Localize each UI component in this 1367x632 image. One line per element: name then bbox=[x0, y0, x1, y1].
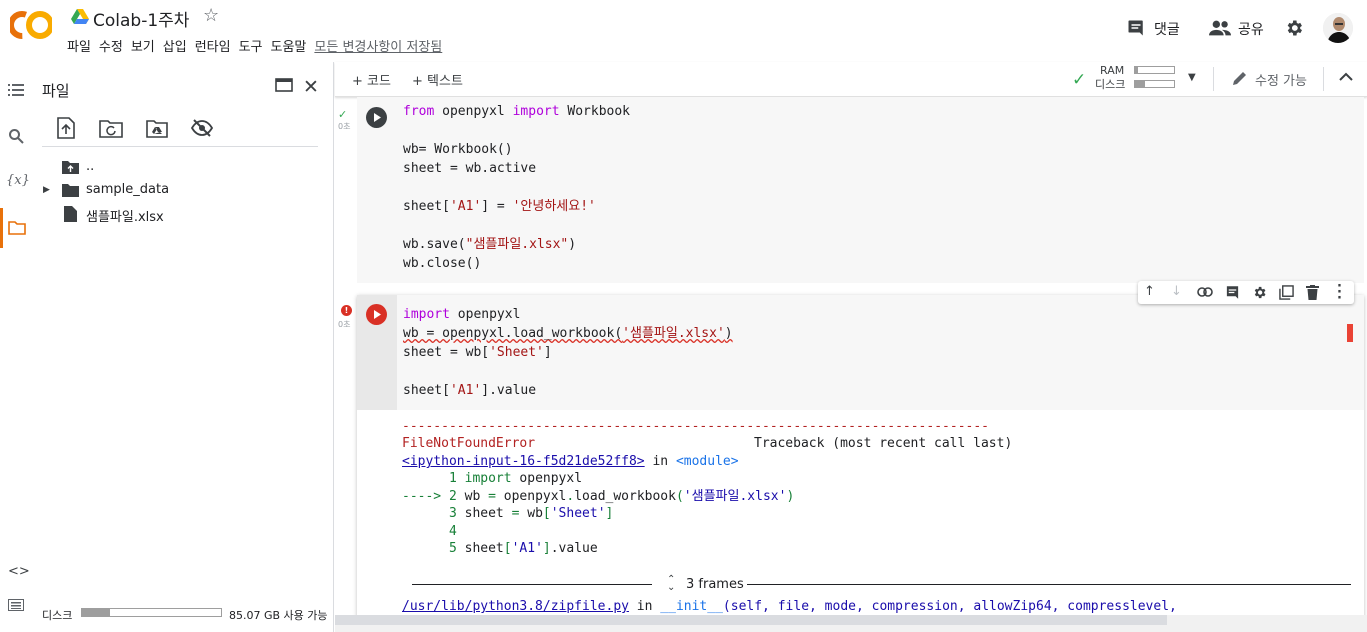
traceback-code: 1 import openpyxl ----> 2 wb = openpyxl.… bbox=[402, 471, 795, 556]
star-icon[interactable]: ☆ bbox=[203, 5, 219, 26]
search-icon[interactable] bbox=[8, 128, 24, 144]
command-palette-icon[interactable] bbox=[8, 599, 24, 611]
divider bbox=[1323, 67, 1324, 91]
edit-mode-label[interactable]: 수정 가능 bbox=[1255, 70, 1307, 89]
share-button[interactable]: 공유 bbox=[1238, 19, 1264, 39]
expand-frames-icon[interactable]: ⌃ ⌄ bbox=[667, 575, 675, 593]
code-snippets-icon[interactable]: <> bbox=[8, 564, 30, 579]
notebook-title[interactable]: Colab-1주차 bbox=[93, 6, 189, 31]
disk-free-text: 85.07 GB 사용 가능 bbox=[229, 609, 328, 622]
table-of-contents-icon[interactable] bbox=[8, 84, 24, 96]
cell-success-check-icon: ✓ bbox=[338, 108, 348, 121]
divider bbox=[42, 146, 318, 147]
folder-icon bbox=[62, 183, 79, 197]
add-code-button[interactable]: + 코드 bbox=[352, 70, 391, 89]
add-text-button[interactable]: + 텍스트 bbox=[412, 70, 463, 89]
file-tree-item-xlsx[interactable]: 샘플파일.xlsx bbox=[86, 206, 164, 225]
horizontal-scrollbar[interactable] bbox=[335, 615, 1367, 632]
in-text: in bbox=[644, 454, 676, 469]
init-args: (self, file, mode, compression, allowZip… bbox=[722, 599, 1177, 614]
ipython-input-link[interactable]: <ipython-input-16-f5d21de52ff8> bbox=[402, 454, 645, 469]
save-status[interactable]: 모든 변경사항이 저장됨 bbox=[314, 40, 442, 55]
upload-file-icon[interactable] bbox=[56, 117, 76, 139]
scrollbar-thumb[interactable] bbox=[335, 615, 1167, 625]
people-icon[interactable] bbox=[1209, 19, 1231, 37]
frames-divider-left bbox=[412, 584, 652, 585]
hide-hidden-files-icon[interactable] bbox=[191, 119, 213, 137]
comment-cell-icon[interactable] bbox=[1225, 285, 1240, 300]
file-panel: 파일 ✕ .. ▶ sample_data 샘플파일.xlsx 디스크 85.0… bbox=[32, 62, 334, 632]
expand-arrow-icon[interactable]: ▶ bbox=[43, 185, 50, 195]
toolbar-disk-bar bbox=[1134, 80, 1175, 88]
code-cell-1-source[interactable]: from openpyxl import Workbook wb= Workbo… bbox=[403, 102, 630, 273]
delete-cell-icon[interactable] bbox=[1306, 285, 1319, 300]
menu-item-view[interactable]: 보기 bbox=[131, 40, 155, 55]
move-up-icon[interactable]: ↑ bbox=[1144, 284, 1155, 299]
traceback-header: Traceback (most recent call last) bbox=[754, 436, 1013, 451]
colab-logo[interactable] bbox=[10, 11, 52, 39]
ram-bar bbox=[1134, 66, 1175, 74]
ram-label: RAM bbox=[1100, 64, 1125, 77]
frames-toggle[interactable]: 3 frames bbox=[686, 577, 744, 592]
runtime-dropdown-icon[interactable]: ▼ bbox=[1188, 72, 1196, 83]
traceback-dash-line: ----------------------------------------… bbox=[402, 419, 989, 434]
comment-icon[interactable] bbox=[1127, 19, 1145, 37]
module-text: <module> bbox=[675, 454, 739, 469]
mirror-cell-icon[interactable] bbox=[1279, 285, 1294, 300]
open-in-tab-icon[interactable] bbox=[275, 78, 293, 92]
google-drive-icon bbox=[71, 9, 89, 25]
refresh-folder-icon[interactable] bbox=[99, 119, 123, 138]
menu-item-tools[interactable]: 도구 bbox=[239, 40, 263, 55]
cell-exec-time: 0초 bbox=[338, 122, 351, 131]
menu-item-runtime[interactable]: 런타임 bbox=[195, 40, 231, 55]
disk-usage-fill bbox=[82, 609, 110, 616]
init-text: __init__ bbox=[660, 599, 723, 614]
disk-label: 디스크 bbox=[42, 609, 73, 622]
file-tree-item-parent[interactable]: .. bbox=[86, 159, 94, 174]
connected-check-icon: ✓ bbox=[1072, 70, 1087, 90]
active-indicator bbox=[0, 208, 3, 248]
cell-settings-icon[interactable] bbox=[1252, 285, 1267, 300]
collapse-header-icon[interactable] bbox=[1339, 72, 1353, 81]
run-cell-button[interactable] bbox=[366, 107, 387, 128]
user-avatar[interactable] bbox=[1323, 13, 1353, 43]
menu-item-edit[interactable]: 수정 bbox=[99, 40, 123, 55]
error-name: FileNotFoundError bbox=[402, 436, 536, 451]
menu-item-file[interactable]: 파일 bbox=[67, 40, 91, 55]
cell-error-icon: ! bbox=[341, 305, 352, 316]
edit-pencil-icon[interactable] bbox=[1232, 70, 1248, 86]
toolbar-disk-label: 디스크 bbox=[1095, 78, 1126, 91]
notebook-toolbar: + 코드 + 텍스트 ✓ RAM 디스크 ▼ 수정 가능 bbox=[335, 62, 1367, 97]
file-icon bbox=[64, 206, 77, 222]
menu-item-insert[interactable]: 삽입 bbox=[163, 40, 187, 55]
files-folder-icon[interactable] bbox=[8, 221, 26, 235]
menu-bar: 파일 수정 보기 삽입 런타임 도구 도움말 모든 변경사항이 저장됨 bbox=[67, 36, 450, 55]
disk-usage-bar bbox=[81, 608, 222, 617]
move-down-icon[interactable]: ↓ bbox=[1171, 284, 1182, 299]
zipfile-link[interactable]: /usr/lib/python3.8/zipfile.py bbox=[402, 599, 629, 614]
cell-exec-time: 0초 bbox=[338, 320, 351, 329]
run-cell-error-button[interactable] bbox=[366, 304, 387, 325]
code-cell-2-source[interactable]: import openpyxl wb = openpyxl.load_workb… bbox=[403, 305, 733, 400]
mount-drive-icon[interactable] bbox=[146, 119, 168, 138]
more-options-icon[interactable]: · · · bbox=[1337, 280, 1342, 305]
settings-gear-icon[interactable] bbox=[1284, 18, 1304, 38]
header: Colab-1주차 ☆ 파일 수정 보기 삽입 런타임 도구 도움말 모든 변경사항이 저장됨… bbox=[0, 0, 1367, 62]
divider bbox=[1213, 67, 1214, 91]
menu-item-help[interactable]: 도움말 bbox=[271, 40, 307, 55]
folder-up-icon bbox=[62, 160, 79, 174]
frames-divider-right bbox=[747, 584, 1351, 585]
cell-toolbar: ↑ ↓ · · · bbox=[1138, 280, 1354, 305]
left-rail: {x} <> bbox=[0, 62, 32, 632]
file-tree-item-sample-data[interactable]: sample_data bbox=[86, 182, 169, 197]
error-marker bbox=[1347, 324, 1353, 342]
traceback-location: <ipython-input-16-f5d21de52ff8> in <modu… bbox=[402, 453, 739, 471]
comment-button[interactable]: 댓글 bbox=[1154, 19, 1180, 39]
variables-icon[interactable]: {x} bbox=[6, 173, 30, 188]
close-panel-icon[interactable]: ✕ bbox=[303, 76, 319, 98]
link-icon[interactable] bbox=[1197, 287, 1213, 297]
zipfile-trace-line: /usr/lib/python3.8/zipfile.py in __init_… bbox=[402, 599, 1177, 614]
file-panel-title: 파일 bbox=[42, 82, 70, 100]
